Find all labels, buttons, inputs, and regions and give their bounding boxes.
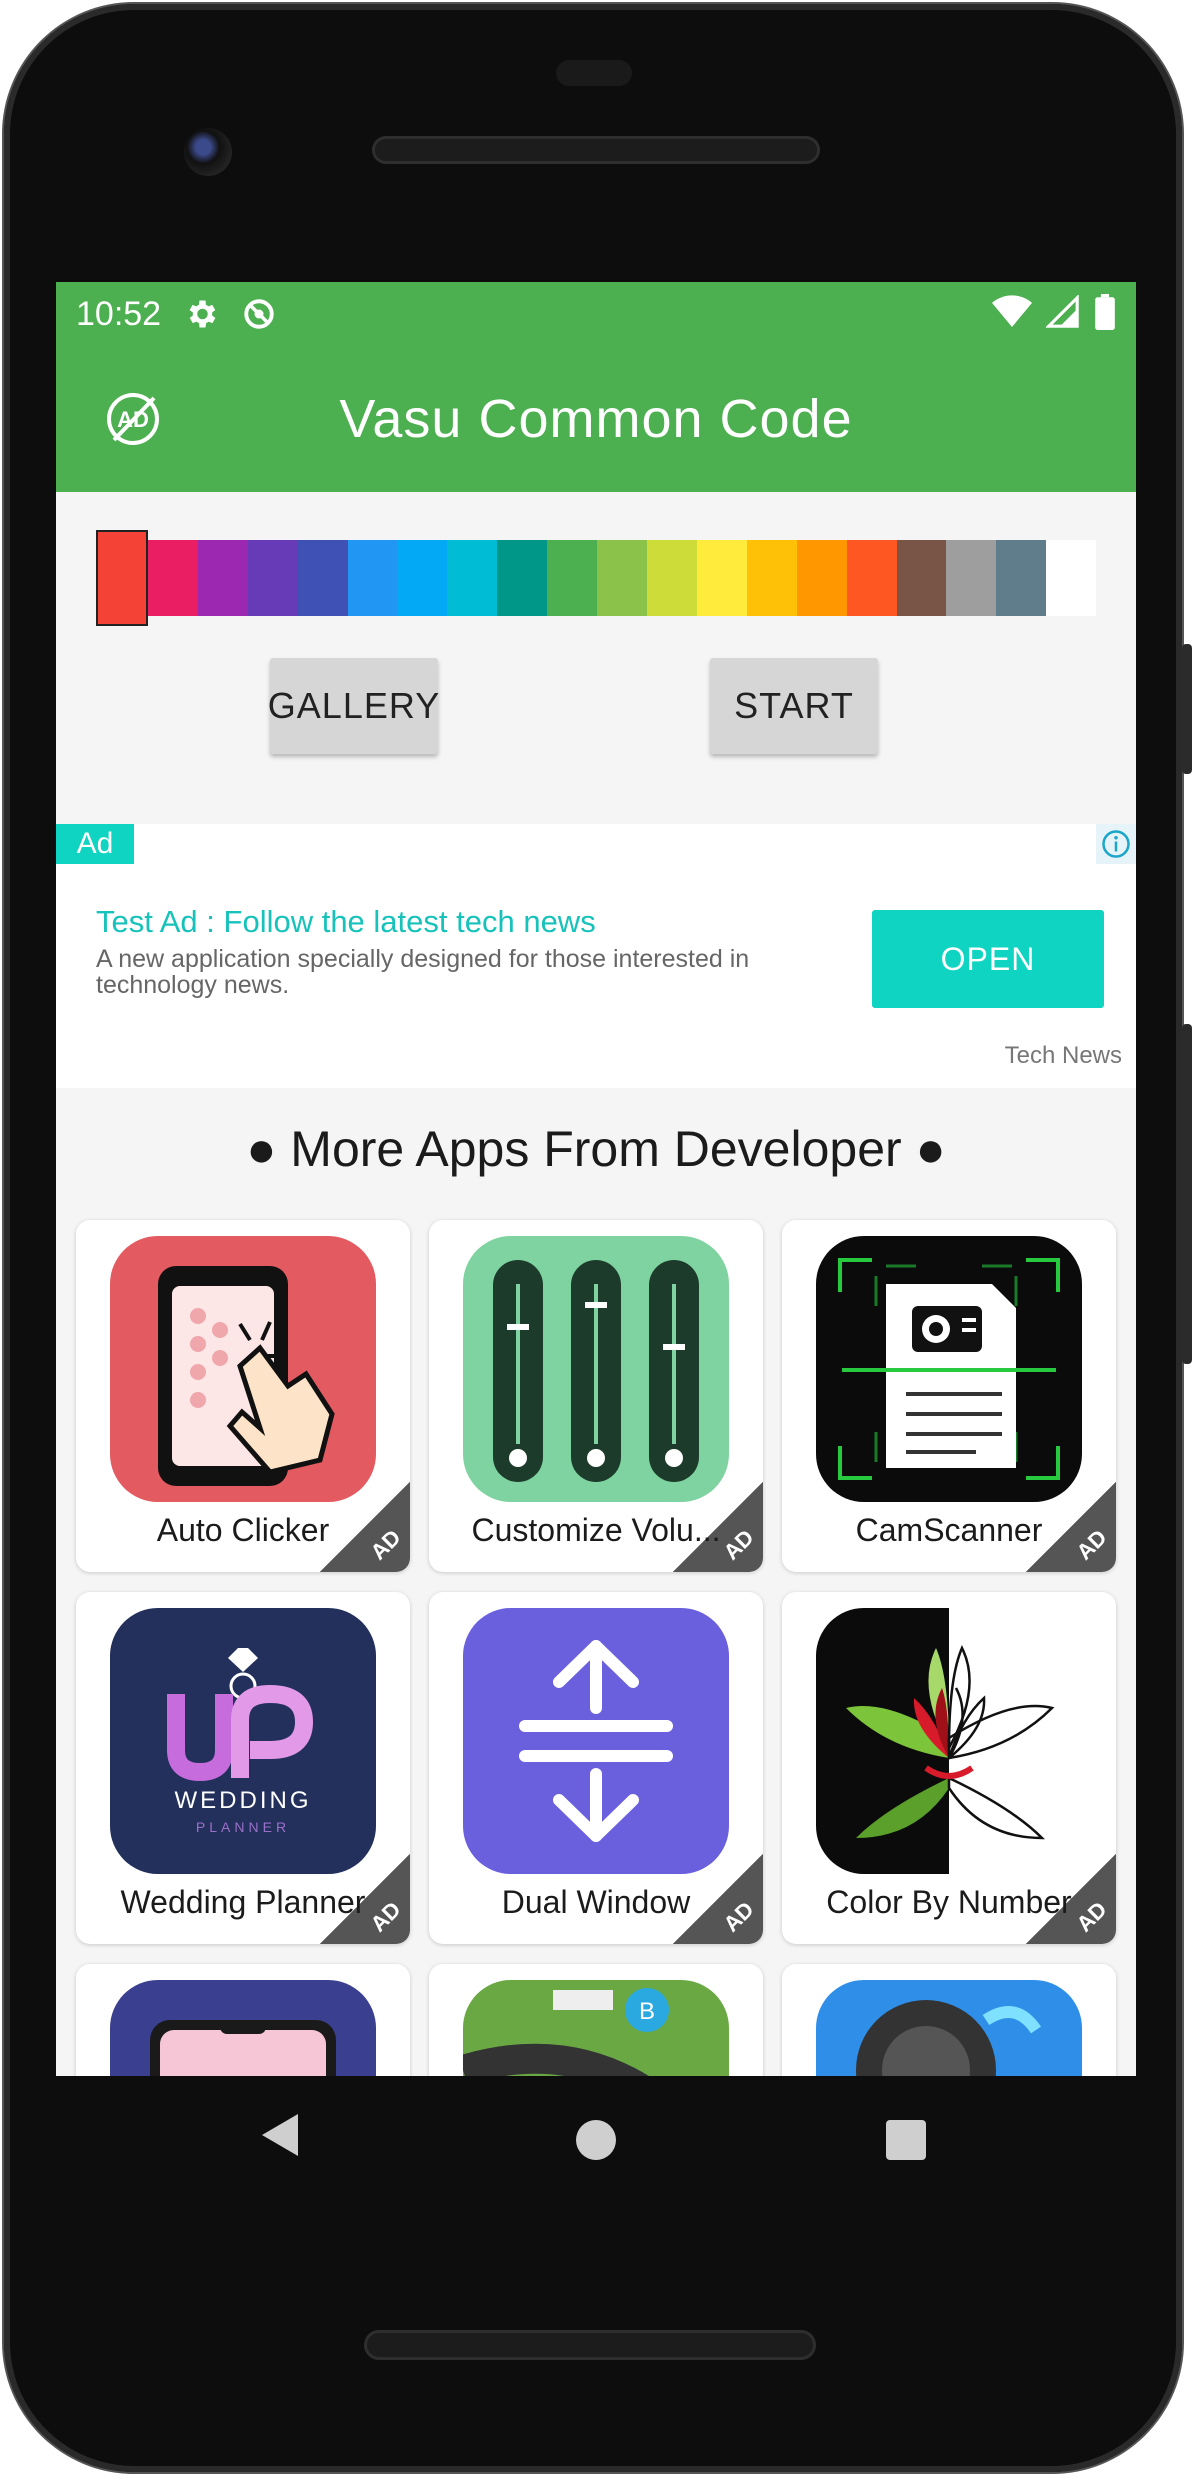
power-button [1182,644,1192,774]
app-card-partial[interactable] [782,1964,1116,2076]
status-bar: 10:52 [56,282,1136,346]
app-card-partial[interactable]: B [429,1964,763,2076]
app-card-customize-volume[interactable]: AD Customize Volu... [429,1220,763,1572]
phone-frame: 10:52 Vasu Common Code GALLERY START Ad … [4,4,1192,2472]
home-icon[interactable] [576,2120,616,2160]
wedding-planner-icon: WEDDING PLANNER [110,1608,376,1874]
volume-button [1182,1024,1192,1364]
app-card-auto-clicker[interactable]: AD Auto Clicker [76,1220,410,1572]
wifi-icon [992,294,1032,334]
color-swatch[interactable] [746,540,797,616]
app-name: Wedding Planner [120,1884,366,1920]
gear-icon [183,296,219,332]
sensor [556,60,632,86]
back-icon[interactable] [260,2112,300,2163]
info-icon[interactable] [1096,824,1136,864]
color-swatch[interactable] [946,540,997,616]
map-route-icon: B [463,1980,729,2076]
ad-open-button[interactable]: OPEN [872,910,1104,1008]
app-card-color-by-number[interactable]: AD Color By Number [782,1592,1116,1944]
svg-text:WEDDING: WEDDING [175,1787,312,1814]
color-swatch[interactable] [447,540,498,616]
color-swatch[interactable] [147,540,198,616]
app-name: Auto Clicker [156,1512,330,1548]
start-button[interactable]: START [710,658,878,754]
color-swatch[interactable] [547,540,598,616]
color-swatch[interactable] [996,540,1047,616]
sync-off-icon [241,296,277,332]
color-swatch[interactable] [497,540,548,616]
color-swatch[interactable] [1046,540,1097,616]
color-swatch[interactable] [397,540,448,616]
color-swatch[interactable] [96,530,148,626]
more-apps-title: ● More Apps From Developer ● [246,1121,946,1177]
svg-text:B: B [639,1998,655,2025]
color-swatch[interactable] [297,540,348,616]
ad-headline[interactable]: Test Ad : Follow the latest tech news [96,904,596,940]
ad-body: A new application specially designed for… [96,945,750,999]
app-name: Color By Number [826,1884,1072,1920]
color-swatch[interactable] [597,540,647,616]
auto-clicker-icon [110,1236,376,1502]
ad-advertiser: Tech News [1004,1042,1122,1069]
recents-icon[interactable] [886,2120,926,2160]
dual-window-icon [463,1608,729,1874]
color-swatch[interactable] [846,540,897,616]
app-card-camscanner[interactable]: AD CamScanner [782,1220,1116,1572]
earpiece-speaker [372,136,820,164]
color-swatch[interactable] [696,540,747,616]
screen: 10:52 Vasu Common Code GALLERY START Ad … [56,282,1136,2076]
color-palette [96,530,1097,626]
lotus-coloring-icon [816,1608,1082,1874]
color-swatch[interactable] [646,540,697,616]
app-title: Vasu Common Code [339,389,853,449]
app-name: Dual Window [501,1884,691,1920]
app-card-dual-window[interactable]: AD Dual Window [429,1592,763,1944]
color-swatch[interactable] [347,540,398,616]
gallery-button[interactable]: GALLERY [268,658,439,754]
volume-sliders-icon [463,1236,729,1502]
app-bar: AD Vasu Common Code [56,346,1136,492]
bottom-speaker [364,2330,816,2360]
status-time: 10:52 [76,294,162,333]
front-camera [184,128,232,176]
app-card-partial[interactable] [76,1964,410,2076]
color-swatch[interactable] [796,540,847,616]
color-swatch[interactable] [896,540,947,616]
speaker-water-icon [816,1980,1082,2076]
color-swatch[interactable] [247,540,298,616]
app-name: Customize Volu... [471,1512,721,1548]
ad-badge: Ad [56,824,134,864]
native-ad[interactable]: Ad Test Ad : Follow the latest tech news… [56,824,1136,1088]
svg-text:PLANNER: PLANNER [196,1819,290,1835]
app-card-wedding-planner[interactable]: WEDDING PLANNER AD Wedding Planner [76,1592,410,1944]
battery-icon [1094,293,1116,335]
phone-wallpaper-icon [110,1980,376,2076]
app-name: CamScanner [855,1512,1043,1548]
signal-icon [1045,293,1080,334]
color-swatch[interactable] [197,540,248,616]
document-scanner-icon [816,1236,1082,1502]
